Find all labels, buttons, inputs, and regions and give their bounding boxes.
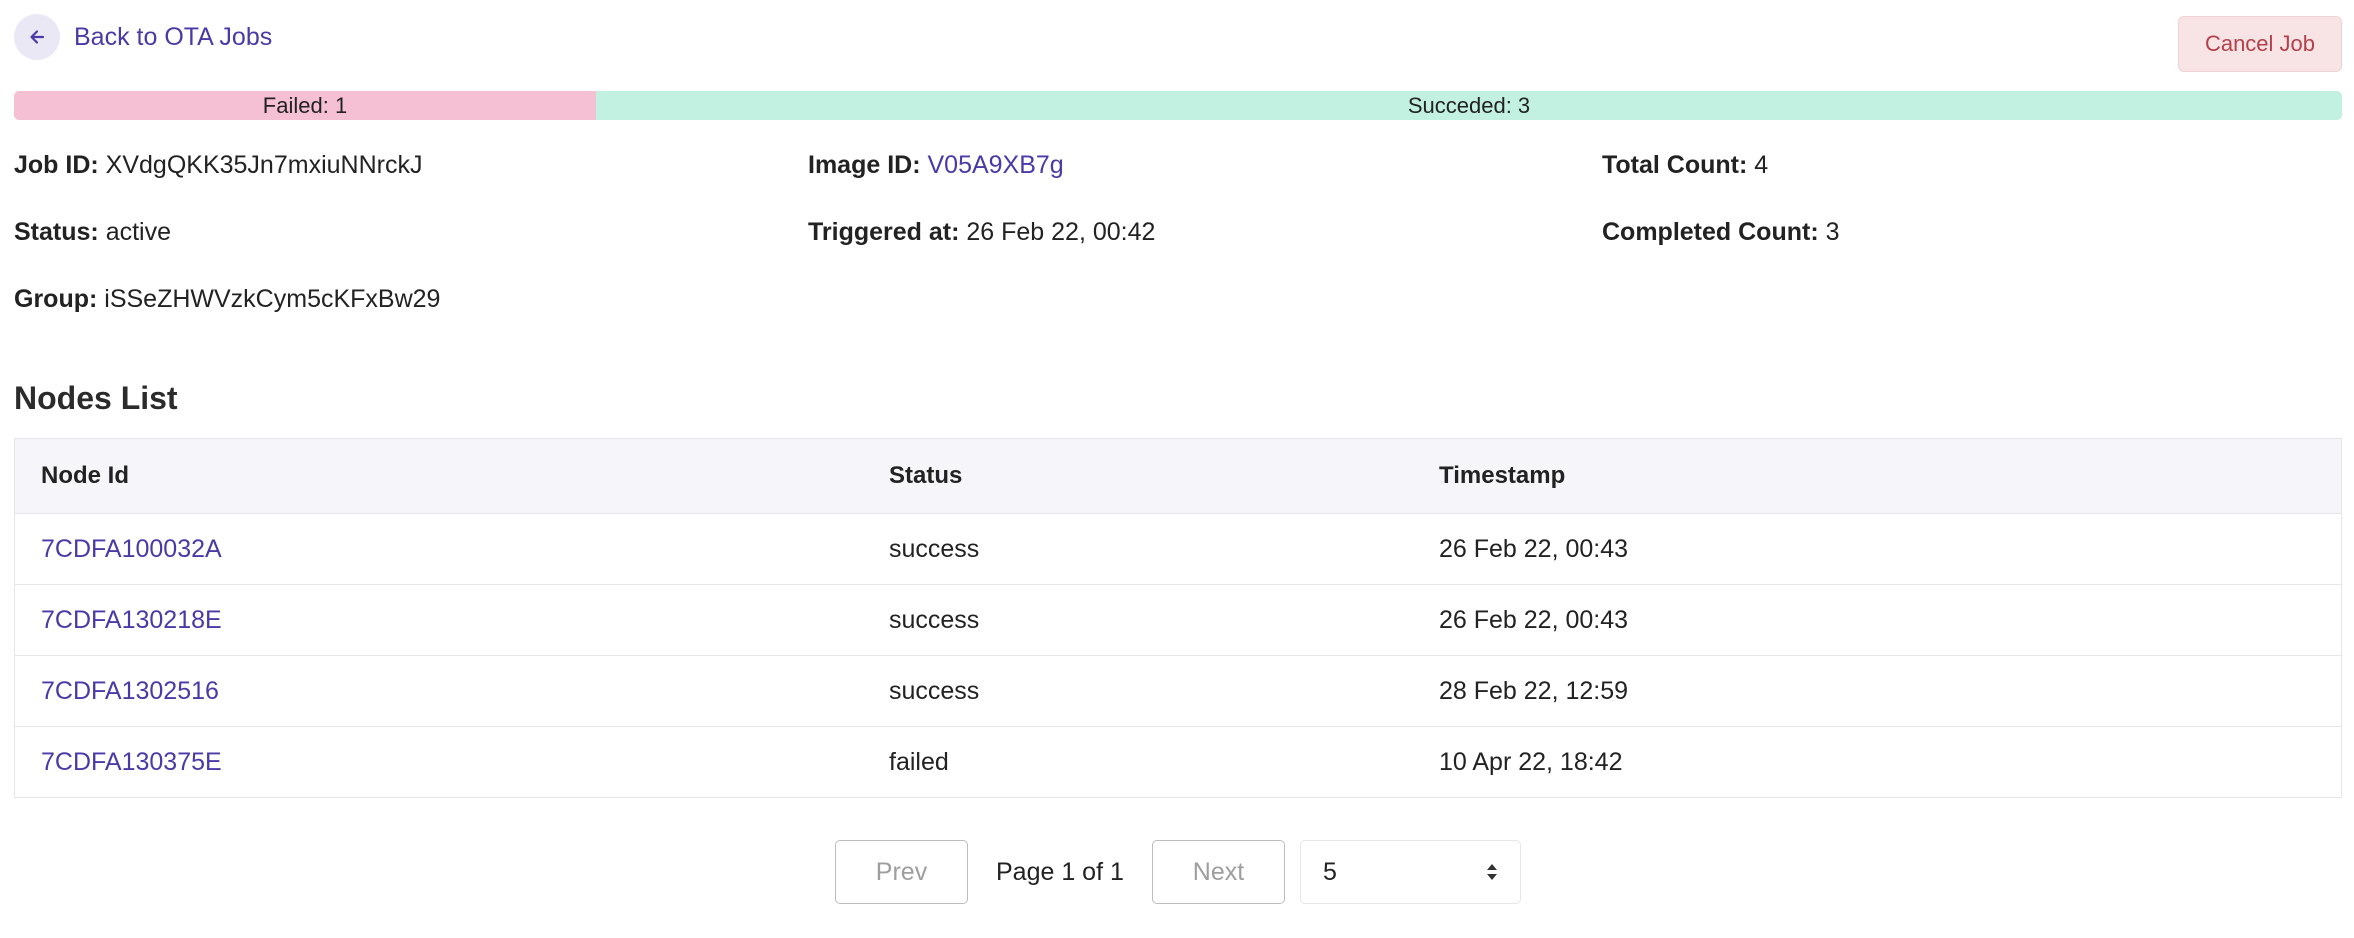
node-id-link[interactable]: 7CDFA130218E [41,606,222,634]
column-header-timestamp: Timestamp [1439,462,1566,489]
nodes-list-title: Nodes List [14,380,178,416]
node-id-link[interactable]: 7CDFA130375E [41,748,222,776]
node-id-link[interactable]: 7CDFA100032A [41,535,222,563]
status-value: active [105,218,171,246]
status-field: Status: active [14,218,171,247]
status-label: Status: [14,218,99,246]
completed-count-label: Completed Count: [1602,218,1819,246]
column-header-status: Status [889,462,963,489]
triggered-at-value: 26 Feb 22, 00:42 [966,218,1156,246]
page-indicator: Page 1 of 1 [996,857,1124,886]
image-id-label: Image ID: [808,151,921,179]
node-status: success [889,676,980,705]
group-label: Group: [14,285,98,313]
completed-count-value: 3 [1825,218,1840,246]
table-row: 7CDFA130375E failed 10 Apr 22, 18:42 [15,726,2341,797]
node-status: success [889,605,980,634]
total-count-value: 4 [1754,151,1769,179]
job-id-field: Job ID: XVdgQKK35Jn7mxiuNNrckJ [14,151,422,180]
total-count-label: Total Count: [1602,151,1748,179]
node-status: failed [889,747,949,776]
node-timestamp: 10 Apr 22, 18:42 [1439,747,1623,776]
next-page-button[interactable]: Next [1152,840,1285,904]
total-count-field: Total Count: 4 [1602,151,1768,180]
sort-arrows-icon [1484,859,1500,892]
node-timestamp: 26 Feb 22, 00:43 [1439,534,1629,563]
job-id-label: Job ID: [14,151,99,179]
table-row: 7CDFA1302516 success 28 Feb 22, 12:59 [15,655,2341,726]
page-size-value: 5 [1323,857,1337,886]
table-row: 7CDFA130218E success 26 Feb 22, 00:43 [15,584,2341,655]
job-progress-bar: Failed: 1 Succeded: 3 [14,91,2342,120]
node-timestamp: 28 Feb 22, 12:59 [1439,676,1629,705]
back-link-label[interactable]: Back to OTA Jobs [74,23,272,52]
table-header-row: Node Id Status Timestamp [15,439,2341,513]
group-value: iSSeZHWVzkCym5cKFxBw29 [104,285,441,313]
prev-page-button[interactable]: Prev [835,840,968,904]
node-id-link[interactable]: 7CDFA1302516 [41,677,219,705]
triggered-at-field: Triggered at: 26 Feb 22, 00:42 [808,218,1155,247]
image-id-field: Image ID: V05A9XB7g [808,151,1064,180]
pagination: Prev Page 1 of 1 Next 5 [0,840,2354,904]
arrow-left-icon[interactable] [14,14,60,60]
succeeded-segment: Succeded: 3 [596,91,2342,120]
page-size-select[interactable]: 5 [1300,840,1521,904]
image-id-link[interactable]: V05A9XB7g [927,151,1063,179]
node-status: success [889,534,980,563]
failed-segment: Failed: 1 [14,91,596,120]
group-field: Group: iSSeZHWVzkCym5cKFxBw29 [14,285,440,314]
job-id-value: XVdgQKK35Jn7mxiuNNrckJ [105,151,423,179]
table-row: 7CDFA100032A success 26 Feb 22, 00:43 [15,513,2341,584]
completed-count-field: Completed Count: 3 [1602,218,1840,247]
node-timestamp: 26 Feb 22, 00:43 [1439,605,1629,634]
cancel-job-button[interactable]: Cancel Job [2178,16,2342,72]
triggered-at-label: Triggered at: [808,218,960,246]
column-header-node-id: Node Id [41,462,129,489]
back-to-jobs-link[interactable]: Back to OTA Jobs [14,14,272,60]
nodes-table: Node Id Status Timestamp 7CDFA100032A su… [14,438,2342,798]
